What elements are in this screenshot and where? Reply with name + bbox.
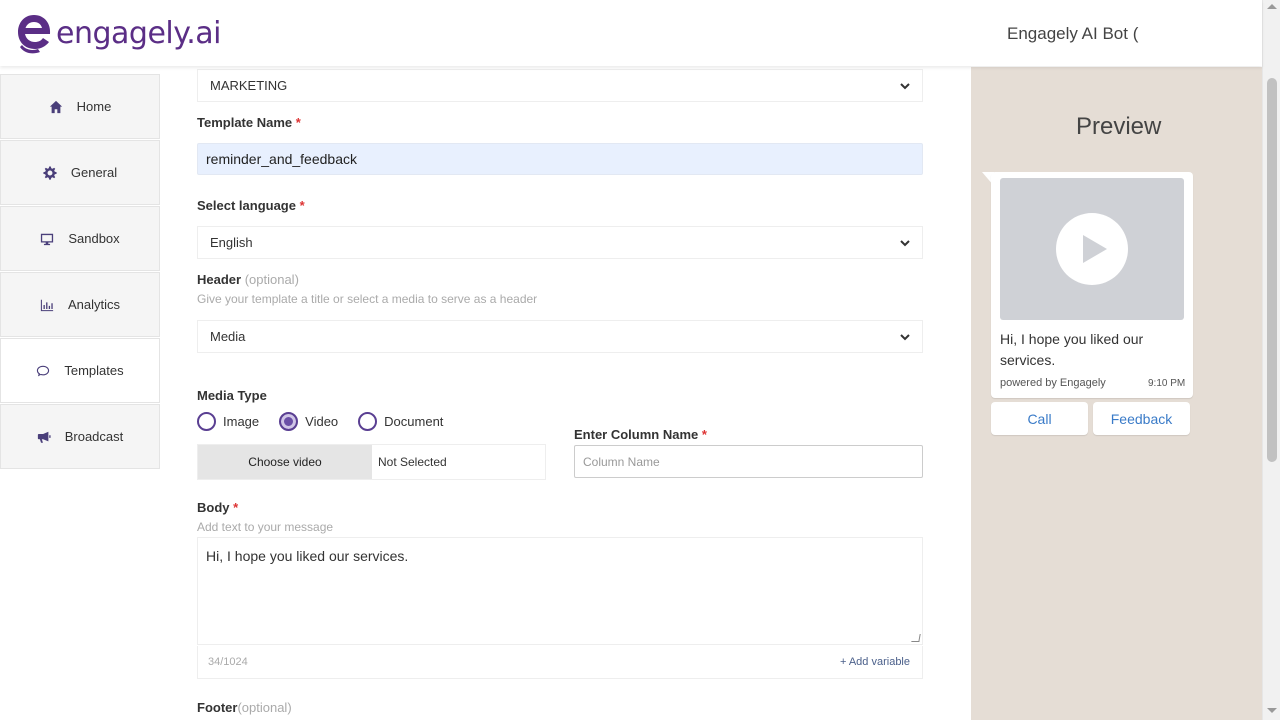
brand-name: engagely.ai <box>56 15 221 51</box>
column-name-label-text: Enter Column Name <box>574 427 699 442</box>
preview-feedback-button[interactable]: Feedback <box>1093 402 1190 435</box>
sidebar-item-templates[interactable]: Templates <box>0 338 160 403</box>
message-time: 9:10 PM <box>1148 378 1186 389</box>
header-type-select[interactable]: Media <box>197 320 923 353</box>
language-label-text: Select language <box>197 198 296 213</box>
template-name-label-text: Template Name <box>197 115 293 130</box>
category-select[interactable]: MARKETING <box>197 69 923 102</box>
sidebar-item-general[interactable]: General <box>0 140 160 205</box>
body-hint: Add text to your message <box>197 520 334 534</box>
radio-circle[interactable] <box>358 412 378 431</box>
sidebar-item-label: Templates <box>64 363 124 378</box>
body-label-text: Body <box>197 500 230 515</box>
page-scrollbar[interactable] <box>1262 0 1280 720</box>
body-textarea[interactable]: Hi, I hope you liked our services. <box>197 537 923 645</box>
radio-document[interactable]: Document <box>358 412 443 431</box>
chart-icon <box>40 299 54 311</box>
character-counter: 34/1024 <box>208 656 248 668</box>
preview-call-button[interactable]: Call <box>991 402 1088 435</box>
body-footer-bar: 34/1024 + Add variable <box>197 646 923 679</box>
language-select[interactable]: English <box>197 226 923 259</box>
header-type-value: Media <box>210 329 246 344</box>
sidebar: Home General Sandbox Analytics Templates… <box>0 74 160 470</box>
column-name-input[interactable]: Column Name <box>574 445 923 478</box>
scroll-thumb[interactable] <box>1267 78 1277 462</box>
column-name-placeholder: Column Name <box>583 454 660 469</box>
header-label: Header (optional) <box>197 272 299 287</box>
powered-by: powered by Engagely <box>1000 377 1106 389</box>
play-icon <box>1056 213 1128 285</box>
category-value: MARKETING <box>210 78 288 93</box>
template-name-label: Template Name * <box>197 115 301 130</box>
resize-handle[interactable] <box>911 634 921 642</box>
scroll-up-arrow-icon[interactable] <box>1267 4 1277 9</box>
header-hint: Give your template a title or select a m… <box>197 292 538 306</box>
add-variable-button[interactable]: + Add variable <box>840 656 910 668</box>
scroll-down-arrow-icon[interactable] <box>1267 708 1277 713</box>
radio-label: Video <box>305 414 339 429</box>
optional-mark: (optional) <box>237 700 292 715</box>
sidebar-item-analytics[interactable]: Analytics <box>0 272 160 337</box>
footer-label: Footer(optional) <box>197 700 292 715</box>
sidebar-item-label: General <box>70 165 118 180</box>
sidebar-item-label: Analytics <box>67 297 121 312</box>
radio-circle[interactable] <box>197 412 216 431</box>
video-thumbnail[interactable] <box>1000 178 1184 320</box>
bot-name[interactable]: Engagely AI Bot ( <box>1007 24 1138 44</box>
media-type-radio-group: Image Video Document <box>197 412 463 431</box>
radio-label: Image <box>223 414 260 429</box>
required-mark: * <box>701 427 707 442</box>
home-icon <box>49 100 62 113</box>
template-name-value: reminder_and_feedback <box>206 151 357 167</box>
body-label: Body * <box>197 500 238 515</box>
chat-icon <box>37 365 50 376</box>
required-mark: * <box>295 115 301 130</box>
column-name-label: Enter Column Name * <box>574 427 707 442</box>
preview-title: Preview <box>1076 113 1162 140</box>
top-bar: engagely.ai Engagely AI Bot ( <box>0 0 1262 66</box>
template-name-input[interactable]: reminder_and_feedback <box>197 143 923 175</box>
language-value: English <box>210 235 253 250</box>
required-mark: * <box>299 198 305 213</box>
engagely-logo[interactable]: engagely.ai <box>16 11 221 55</box>
engagely-logo-mark-icon <box>18 15 51 54</box>
footer-label-text: Footer <box>197 700 238 715</box>
megaphone-icon <box>37 431 51 443</box>
file-picker: Choose video Not Selected <box>197 444 546 480</box>
file-status: Not Selected <box>378 455 447 469</box>
chevron-down-icon <box>900 82 910 89</box>
monitor-icon <box>41 233 54 245</box>
optional-mark: (optional) <box>244 272 299 287</box>
radio-video[interactable]: Video <box>279 412 338 431</box>
radio-image[interactable]: Image <box>197 412 259 431</box>
radio-circle-checked[interactable] <box>279 412 299 431</box>
sidebar-item-home[interactable]: Home <box>0 74 160 139</box>
sidebar-item-label: Sandbox <box>68 231 120 246</box>
sidebar-item-label: Broadcast <box>64 429 124 444</box>
chevron-down-icon <box>900 333 910 340</box>
gear-icon <box>43 165 57 180</box>
body-text: Hi, I hope you liked our services. <box>206 548 409 564</box>
header-label-text: Header <box>197 272 242 287</box>
choose-video-button[interactable]: Choose video <box>198 445 372 479</box>
chevron-down-icon <box>900 239 910 246</box>
radio-label: Document <box>384 414 444 429</box>
sidebar-item-broadcast[interactable]: Broadcast <box>0 404 160 469</box>
preview-message: Hi, I hope you liked our services. <box>1000 331 1144 368</box>
sidebar-item-sandbox[interactable]: Sandbox <box>0 206 160 271</box>
required-mark: * <box>233 500 239 515</box>
sidebar-item-label: Home <box>76 99 112 114</box>
language-label: Select language * <box>197 198 305 213</box>
media-type-label: Media Type <box>197 388 267 403</box>
